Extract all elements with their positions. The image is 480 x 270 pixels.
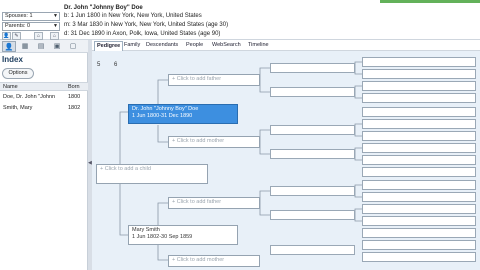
ancestor-slot[interactable] [362, 57, 476, 67]
ancestor-slot[interactable] [362, 204, 476, 214]
ancestor-slot[interactable] [362, 167, 476, 177]
ancestor-slot[interactable] [270, 210, 355, 220]
ancestor-slot[interactable] [362, 131, 476, 141]
ancestor-slot[interactable] [362, 228, 476, 238]
focus-person-box[interactable]: Dr. John "Johnny Boy" Doe 1 Jun 1800-31 … [128, 104, 238, 124]
spouse-name: Mary Smith [132, 227, 160, 233]
spouse-person-box[interactable]: Mary Smith 1 Jun 1802-30 Sep 1859 [128, 225, 238, 245]
ancestor-slot[interactable] [270, 87, 355, 97]
add-child-box[interactable]: + Click to add a child [96, 164, 208, 184]
ancestor-slot[interactable] [270, 186, 355, 196]
ancestor-slot[interactable] [362, 69, 476, 79]
focus-person-name: Dr. John "Johnny Boy" Doe [132, 106, 199, 112]
ancestor-slot[interactable] [362, 252, 476, 262]
ancestor-slot[interactable] [362, 119, 476, 129]
ancestor-slot[interactable] [362, 81, 476, 91]
ancestor-slot[interactable] [362, 180, 476, 190]
add-mother-box[interactable]: + Click to add mother [168, 136, 260, 148]
ancestor-slot[interactable] [362, 155, 476, 165]
add-mother-box[interactable]: + Click to add mother [168, 255, 260, 267]
spouse-dates: 1 Jun 1802-30 Sep 1859 [132, 234, 193, 240]
focus-person-dates: 1 Jun 1800-31 Dec 1890 [132, 113, 193, 119]
ancestor-slot[interactable] [270, 149, 355, 159]
ancestor-slot[interactable] [362, 143, 476, 153]
ancestor-slot[interactable] [270, 125, 355, 135]
ancestor-slot[interactable] [362, 192, 476, 202]
add-father-box[interactable]: + Click to add father [168, 197, 260, 209]
ancestor-slot[interactable] [270, 63, 355, 73]
ancestor-slot[interactable] [362, 107, 476, 117]
ancestor-slot[interactable] [270, 245, 355, 255]
ancestor-slot[interactable] [362, 93, 476, 103]
ancestor-slot[interactable] [362, 240, 476, 250]
add-father-box[interactable]: + Click to add father [168, 74, 260, 86]
ancestor-slot[interactable] [362, 216, 476, 226]
